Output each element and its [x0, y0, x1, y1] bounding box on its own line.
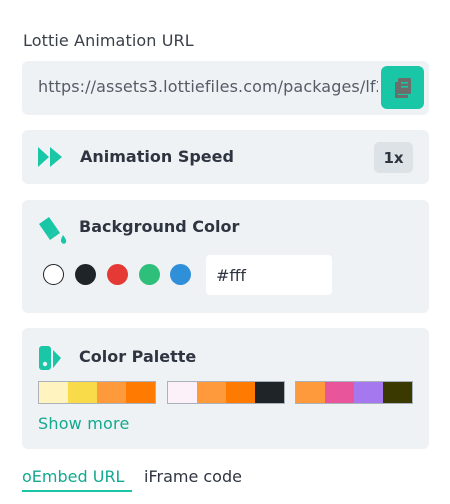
lottie-url-label: Lottie Animation URL	[23, 31, 194, 50]
animation-speed-value[interactable]: 1x	[374, 142, 413, 173]
active-tab-underline	[22, 490, 132, 492]
palette-color	[296, 382, 325, 403]
palette-color	[197, 382, 226, 403]
palette-option[interactable]	[295, 381, 413, 404]
copy-icon	[394, 77, 411, 98]
animation-speed-label: Animation Speed	[80, 147, 234, 166]
palette-color	[168, 382, 197, 403]
color-palette-label: Color Palette	[79, 347, 197, 366]
hex-color-input[interactable]	[206, 255, 332, 295]
fast-forward-icon	[38, 147, 62, 167]
palette-color	[325, 382, 354, 403]
palette-option[interactable]	[167, 381, 285, 404]
palette-color	[255, 382, 284, 403]
palette-option[interactable]	[38, 381, 156, 404]
tab-oembed-url[interactable]: oEmbed URL	[22, 467, 124, 486]
paint-bucket-icon	[39, 217, 67, 244]
swatch-white[interactable]	[43, 264, 64, 285]
swatch-black[interactable]	[75, 264, 96, 285]
palette-color	[39, 382, 68, 403]
palette-color	[383, 382, 412, 403]
swatch-red[interactable]	[107, 264, 128, 285]
tab-iframe-code[interactable]: iFrame code	[144, 467, 242, 486]
palette-color	[226, 382, 255, 403]
show-more-link[interactable]: Show more	[38, 414, 130, 433]
palette-icon	[39, 346, 61, 370]
palette-color	[126, 382, 155, 403]
copy-url-button[interactable]	[381, 66, 424, 109]
palette-color	[97, 382, 126, 403]
background-color-label: Background Color	[79, 217, 240, 236]
swatch-blue[interactable]	[170, 264, 191, 285]
swatch-green[interactable]	[139, 264, 160, 285]
palette-color	[68, 382, 97, 403]
lottie-url-value[interactable]: https://assets3.lottiefiles.com/packages…	[38, 77, 378, 96]
palette-color	[354, 382, 383, 403]
